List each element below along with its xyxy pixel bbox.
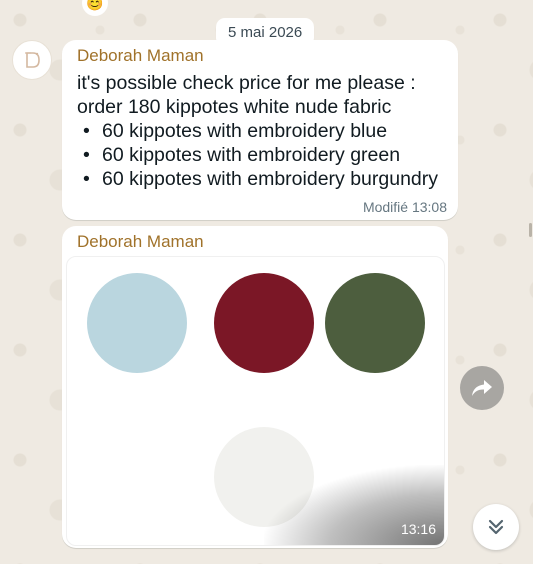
sender-avatar[interactable] (12, 40, 52, 80)
message-text: it's possible check price for me please … (77, 71, 450, 191)
scroll-to-bottom-button[interactable] (473, 504, 519, 550)
color-swatch-burgundy (214, 273, 314, 373)
color-swatch-green (325, 273, 425, 373)
forward-arrow-icon (472, 380, 492, 396)
avatar-logo-icon (25, 52, 40, 68)
image-message-bubble[interactable]: Deborah Maman 13:16 (62, 226, 448, 548)
chat-background: 😊 5 mai 2026 Deborah Maman it's possible… (0, 0, 533, 564)
list-item: 60 kippotes with embroidery green (83, 143, 450, 167)
forward-button[interactable] (460, 366, 504, 410)
reaction-emoji[interactable]: 😊 (82, 0, 108, 16)
sender-name[interactable]: Deborah Maman (77, 46, 204, 66)
list-item: 60 kippotes with embroidery blue (83, 119, 450, 143)
scrollbar-thumb[interactable] (529, 223, 532, 237)
sender-name[interactable]: Deborah Maman (77, 232, 204, 252)
message-image[interactable]: 13:16 (66, 256, 445, 546)
message-meta: Modifié 13:08 (362, 199, 447, 215)
message-bubble[interactable]: Deborah Maman it's possible check price … (62, 40, 458, 220)
double-chevron-down-icon (488, 519, 504, 535)
color-swatch-blue (87, 273, 187, 373)
message-intro: it's possible check price for me please … (77, 72, 416, 118)
list-item: 60 kippotes with embroidery burgundry (83, 167, 450, 191)
order-list: 60 kippotes with embroidery blue 60 kipp… (77, 119, 450, 191)
message-time: 13:16 (400, 521, 436, 537)
